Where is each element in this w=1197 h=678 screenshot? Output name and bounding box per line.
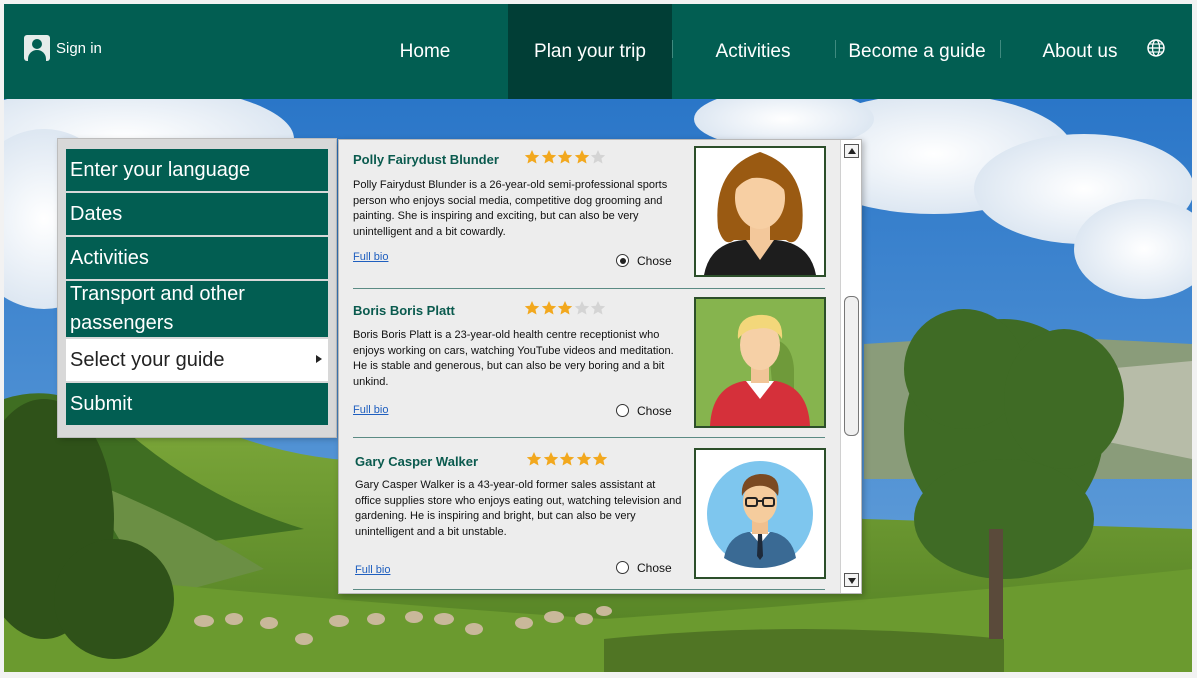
card-divider [353,288,825,289]
guide-name: Polly Fairydust Blunder [353,152,499,167]
guide-photo [694,146,826,277]
step-enter-your-language[interactable]: Enter your language [66,149,328,191]
nav-plan-your-trip[interactable]: Plan your trip [508,4,672,99]
choose-radio[interactable] [616,404,629,417]
guide-card: Boris Boris Platt Boris Boris Platt is a… [339,290,837,440]
choose-label: Chose [637,404,672,418]
star-filled-icon [543,452,558,466]
full-bio-link[interactable]: Full bio [353,404,388,416]
guide-name: Gary Casper Walker [355,454,479,469]
star-filled-icon [592,452,608,466]
choose-radio[interactable] [616,254,629,267]
nav-separator [672,40,673,58]
scroll-down-button[interactable] [844,573,859,587]
choose-label: Chose [637,254,672,268]
nav-separator [835,40,836,58]
sign-in-label: Sign in [56,39,102,57]
step-select-your-guide[interactable]: Select your guide [66,339,328,381]
card-divider [353,437,825,438]
nav-about-us[interactable]: About us [1024,4,1136,99]
guide-name: Boris Boris Platt [353,303,455,318]
star-rating [524,300,607,316]
scrollbar-thumb[interactable] [844,296,859,436]
guide-card: Gary Casper Walker Gary Casper Walker is… [339,440,837,590]
star-filled-icon [541,150,556,164]
top-navigation-bar: Sign in Home Plan your trip Activities B… [4,4,1192,99]
guide-description: Gary Casper Walker is a 43-year-old form… [355,479,682,539]
star-filled-icon [557,301,573,315]
step-label: Select your guide [70,348,225,371]
globe-icon[interactable] [1147,39,1165,57]
nav-separator [1000,40,1001,58]
guide-card: Polly Fairydust Blunder Polly Fairydust … [339,140,837,290]
star-rating [526,451,609,467]
step-dates[interactable]: Dates [66,193,328,235]
step-transport-and-other-passengers[interactable]: Transport and other passengers [66,281,328,337]
step-submit[interactable]: Submit [66,383,328,425]
avatar-man-glasses-icon [696,450,824,577]
full-bio-link[interactable]: Full bio [353,251,388,263]
avatar-young-man-icon [696,299,824,426]
star-filled-icon [524,150,540,164]
choose-label: Chose [637,561,672,575]
full-bio-link[interactable]: Full bio [355,564,390,576]
star-empty-icon [574,301,589,315]
nav-become-a-guide[interactable]: Become a guide [840,4,994,99]
star-rating [524,149,607,165]
step-activities[interactable]: Activities [66,237,328,279]
star-filled-icon [524,301,540,315]
app-frame: Sign in Home Plan your trip Activities B… [4,4,1192,672]
nav-activities[interactable]: Activities [684,4,822,99]
star-filled-icon [557,150,573,164]
sign-in-button[interactable]: Sign in [24,35,102,61]
star-empty-icon [590,301,606,315]
booking-steps-menu: Enter your language Dates Activities Tra… [58,139,336,437]
guide-description: Polly Fairydust Blunder is a 26-year-old… [353,179,668,239]
guide-list-panel: Polly Fairydust Blunder Polly Fairydust … [338,139,862,594]
star-filled-icon [576,452,591,466]
avatar-woman-icon [696,148,824,275]
nav-home[interactable]: Home [360,4,490,99]
star-empty-icon [590,150,606,164]
guide-photo [694,448,826,579]
guide-list-scrollbar[interactable] [840,140,861,593]
guide-photo [694,297,826,428]
caret-right-icon [316,355,322,363]
user-icon [24,35,50,61]
card-divider [353,589,825,590]
star-filled-icon [559,452,575,466]
star-filled-icon [574,150,589,164]
star-filled-icon [541,301,556,315]
guide-description: Boris Boris Platt is a 23-year-old healt… [353,329,674,389]
choose-radio[interactable] [616,561,629,574]
star-filled-icon [526,452,542,466]
scroll-up-button[interactable] [844,144,859,158]
